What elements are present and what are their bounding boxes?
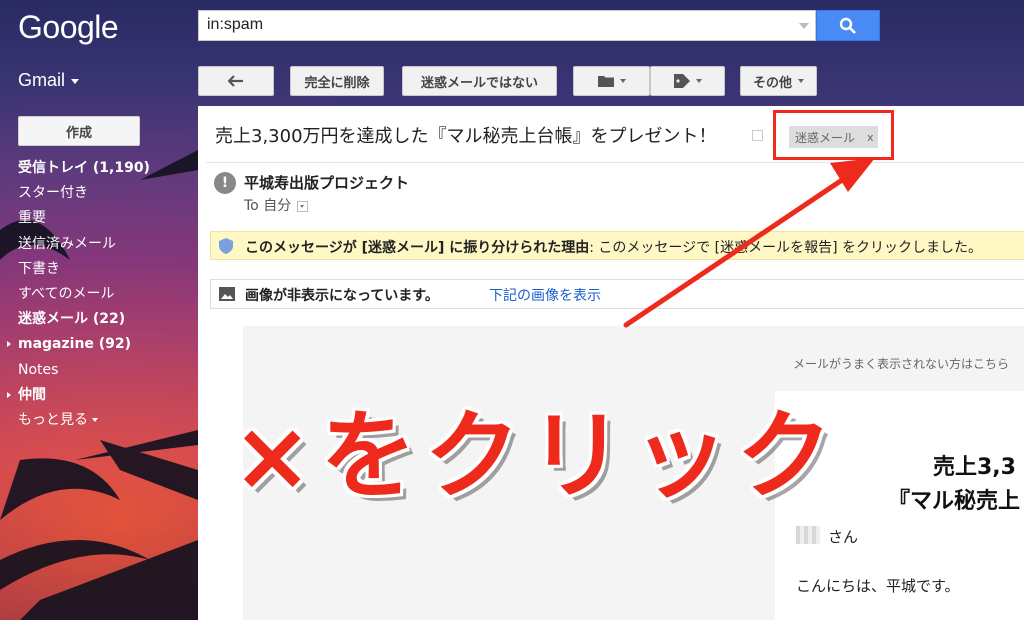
search-input[interactable] [199,11,795,39]
images-hidden-bar: 画像が非表示になっています。 下記の画像を表示 [210,279,1024,309]
expand-arrow-icon[interactable] [7,391,11,398]
gmail-label: Gmail [18,70,66,90]
labels-button[interactable] [650,66,725,96]
search-bar[interactable] [198,10,816,41]
sidebar-item-sent[interactable]: 送信済みメール [18,234,193,259]
more-label: その他 [752,75,792,91]
view-in-browser-note[interactable]: メールがうまく表示されない方はこちら [793,355,1009,372]
sidebar-item-starred[interactable]: スター付き [18,183,193,208]
image-icon [219,287,235,301]
sidebar-item-magazine[interactable]: magazine (92) [7,334,193,359]
recipient-text: To 自分 [244,198,292,214]
email-heading-line2: 『マル秘売上 [888,489,1021,514]
expand-arrow-icon[interactable] [7,341,11,348]
gmail-menu[interactable]: Gmail [18,70,80,91]
recipient-details-icon[interactable] [297,200,309,212]
recipient-line: To 自分 [244,195,309,215]
chevron-down-icon [71,78,80,84]
sidebar-item-label: magazine (92) [18,336,132,353]
sidebar-nav: 受信トレイ (1,190) スター付き 重要 送信済みメール 下書き すべてのメ… [7,158,193,435]
message-subject: 売上3,300万円を達成した『マル秘売上台帳』をプレゼント！ [215,126,717,147]
show-images-link[interactable]: 下記の画像を表示 [489,285,601,305]
sidebar-item-important[interactable]: 重要 [18,208,193,233]
sidebar-item-all-mail[interactable]: すべてのメール [18,284,193,309]
blurred-recipient-name [796,526,820,544]
more-button[interactable]: その他 [740,66,817,96]
important-marker-icon[interactable] [752,130,763,141]
sidebar-item-more[interactable]: もっと見る [18,410,193,435]
message-pane: 売上3,300万円を達成した『マル秘売上台帳』をプレゼント！ 迷惑メール x !… [198,106,1024,620]
search-button[interactable] [816,10,880,41]
sender-name[interactable]: 平城寿出版プロジェクト [244,172,409,193]
divider [206,162,1024,163]
sidebar-item-notes[interactable]: Notes [18,360,193,385]
sidebar-item-drafts[interactable]: 下書き [18,259,193,284]
banner-reason-title: このメッセージが [迷惑メール] に振り分けられた理由 [245,240,590,256]
sidebar-item-nakama[interactable]: 仲間 [7,385,193,410]
chevron-down-icon [695,79,702,83]
tag-icon [673,74,690,88]
sidebar-item-inbox[interactable]: 受信トレイ (1,190) [18,158,193,183]
not-spam-button[interactable]: 迷惑メールではない [402,66,557,96]
chevron-down-icon [798,79,804,83]
back-arrow-icon [228,75,243,87]
sidebar-item-label: 仲間 [18,386,46,403]
back-button[interactable] [198,66,274,96]
search-icon [839,17,856,34]
google-logo[interactable]: Google [18,9,119,46]
spam-reason-banner: このメッセージが [迷惑メール] に振り分けられた理由: このメッセージで [迷… [210,231,1024,260]
sidebar-item-spam[interactable]: 迷惑メール (22) [18,309,193,334]
annotation-click-text: ×をクリック [232,400,841,512]
warning-avatar-icon: ! [214,172,236,194]
compose-button[interactable]: 作成 [18,116,140,146]
highlight-box [773,110,894,160]
search-options-icon[interactable] [799,23,809,29]
email-salutation: さん [828,528,859,546]
images-hidden-text: 画像が非表示になっています。 [245,288,439,304]
folder-icon [597,76,614,87]
email-greeting: こんにちは、平城です。 [796,577,960,595]
shield-icon [219,238,233,254]
delete-forever-button[interactable]: 完全に削除 [290,66,384,96]
sidebar-item-label: もっと見る [18,411,88,428]
email-heading-line1: 売上3,3 [933,455,1016,480]
chevron-down-icon [92,417,98,422]
banner-reason-text: : このメッセージで [迷惑メールを報告] をクリックしました。 [589,240,982,256]
move-to-button[interactable] [573,66,650,96]
chevron-down-icon [619,79,626,83]
